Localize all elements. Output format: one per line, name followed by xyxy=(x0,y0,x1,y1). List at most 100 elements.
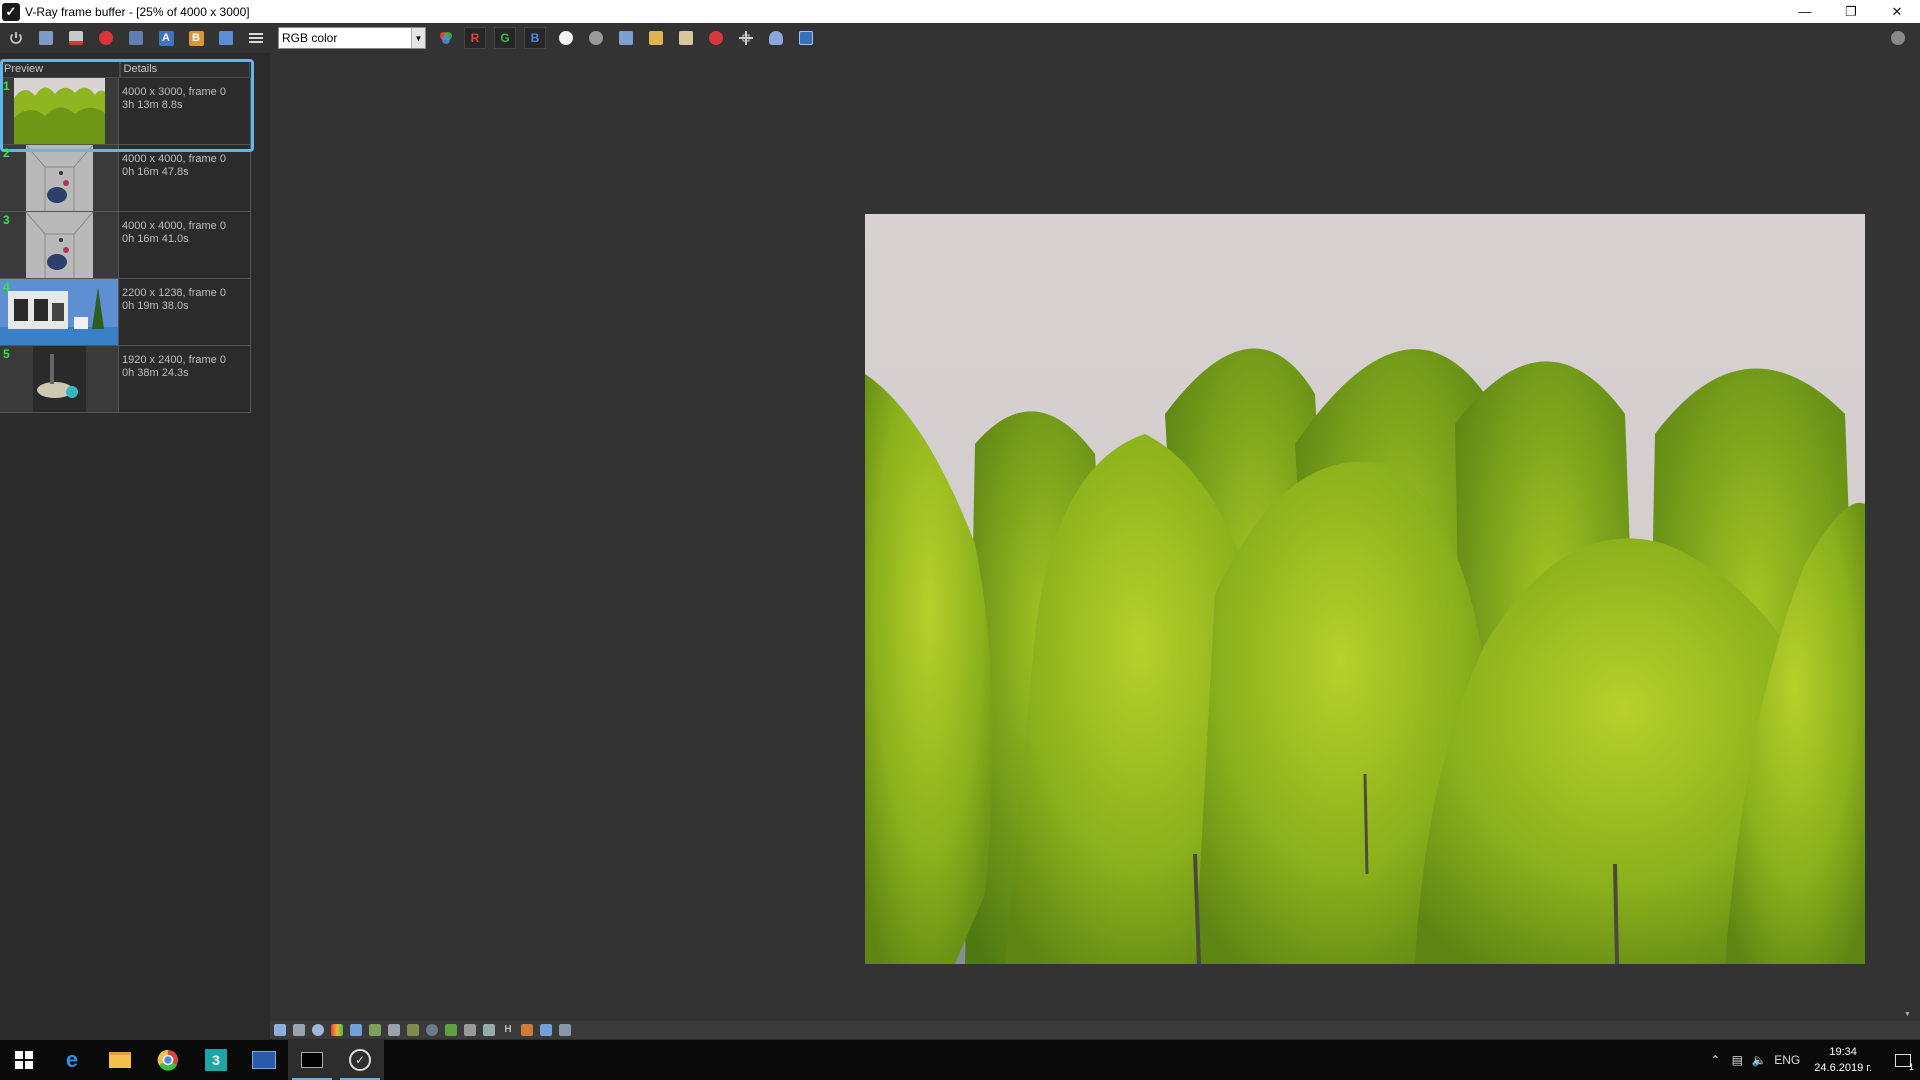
history-item-time: 0h 19m 38.0s xyxy=(122,300,189,312)
channel-select-value: RGB color xyxy=(282,31,338,45)
vray-vfb-icon[interactable] xyxy=(240,1040,288,1080)
histogram-icon[interactable] xyxy=(388,1024,400,1036)
history-item-number: 5 xyxy=(3,347,10,361)
restore-button[interactable]: ❐ xyxy=(1828,0,1874,23)
history-item-size: 2200 x 1238, frame 0 xyxy=(122,287,226,299)
h-icon[interactable]: H xyxy=(502,1024,514,1036)
history-icon[interactable] xyxy=(124,26,148,50)
file-explorer-icon[interactable] xyxy=(96,1040,144,1080)
history-item-time: 0h 16m 47.8s xyxy=(122,166,189,178)
history-item-number: 2 xyxy=(3,146,10,160)
history-thumbnail xyxy=(0,346,119,412)
text-b-icon[interactable]: B xyxy=(184,26,208,50)
scroll-corner-icon: ▼ xyxy=(1904,1011,1911,1018)
history-item-time: 0h 16m 41.0s xyxy=(122,233,189,245)
windows-start-icon[interactable] xyxy=(0,1040,48,1080)
window-title: V-Ray frame buffer - [25% of 4000 x 3000… xyxy=(25,4,250,19)
details-column-header: Details xyxy=(119,59,250,78)
render-icon[interactable] xyxy=(764,26,788,50)
history-item[interactable]: 4 2200 x 1238, frame 0 0h 19m 38.0s xyxy=(0,279,251,346)
close-button[interactable]: ✕ xyxy=(1874,0,1920,23)
chevron-down-icon[interactable]: ▼ xyxy=(411,28,425,48)
resize-icon[interactable] xyxy=(521,1024,533,1036)
region-icon[interactable] xyxy=(734,26,758,50)
channels-icon[interactable] xyxy=(293,1024,305,1036)
history-item[interactable]: 3 4000 x 4000, frame 0 0h 16m 41.0s xyxy=(0,212,251,279)
history-item-time: 3h 13m 8.8s xyxy=(122,99,183,111)
history-header: Preview Details xyxy=(0,59,250,78)
minimize-button[interactable]: — xyxy=(1782,0,1828,23)
windows-taskbar: e 3 ✓ ⌃ ▤ 🔈 ENG 19:34 24.6.2019 г. 1 xyxy=(0,1040,1920,1080)
chrome-icon[interactable] xyxy=(144,1040,192,1080)
history-item-size: 4000 x 4000, frame 0 xyxy=(122,220,226,232)
history-item-size: 1920 x 2400, frame 0 xyxy=(122,354,226,366)
network-icon[interactable]: ▤ xyxy=(1726,1040,1748,1080)
3dsmax-icon[interactable]: 3 xyxy=(192,1040,240,1080)
lut-icon[interactable] xyxy=(350,1024,362,1036)
history-item[interactable]: 1 4000 x 3000, frame 0 3h 13m 8.8s xyxy=(0,78,251,145)
history-item-size: 4000 x 4000, frame 0 xyxy=(122,153,226,165)
stamp-icon[interactable] xyxy=(559,1024,571,1036)
vray-icon[interactable]: ✓ xyxy=(336,1040,384,1080)
text-a-icon[interactable]: A xyxy=(154,26,178,50)
history-thumbnail xyxy=(0,145,119,211)
color-correct-icon[interactable] xyxy=(434,26,458,50)
preview-column-header: Preview xyxy=(0,59,120,78)
clock-time: 19:34 xyxy=(1829,1046,1857,1058)
history-item[interactable]: 2 4000 x 4000, frame 0 0h 16m 47.8s xyxy=(0,145,251,212)
vray-logo-icon: ✓ xyxy=(2,2,20,21)
curves-icon[interactable] xyxy=(407,1024,419,1036)
color-icon[interactable] xyxy=(331,1024,343,1036)
sharpen-icon[interactable] xyxy=(464,1024,476,1036)
window-controls: — ❐ ✕ xyxy=(1782,0,1920,23)
terminal-icon[interactable] xyxy=(288,1040,336,1080)
language-indicator[interactable]: ENG xyxy=(1770,1040,1804,1080)
channel-select[interactable]: RGB color ▼ xyxy=(278,27,426,49)
green-channel-button[interactable]: G xyxy=(494,27,516,49)
lens-icon[interactable] xyxy=(483,1024,495,1036)
info-icon[interactable] xyxy=(312,1024,324,1036)
load-icon[interactable] xyxy=(614,26,638,50)
stop-icon[interactable] xyxy=(704,26,728,50)
settings-icon[interactable] xyxy=(1886,26,1910,50)
clock[interactable]: 19:34 24.6.2019 г. xyxy=(1804,1044,1886,1076)
history-item-details: 4000 x 4000, frame 0 0h 16m 41.0s xyxy=(122,220,226,246)
system-tray: ⌃ ▤ 🔈 ENG 19:34 24.6.2019 г. 1 xyxy=(1704,1040,1920,1080)
rendered-image[interactable] xyxy=(865,214,1865,964)
volume-icon[interactable]: 🔈 xyxy=(1748,1040,1770,1080)
blue-channel-button[interactable]: B xyxy=(524,27,546,49)
white-balance-icon[interactable] xyxy=(445,1024,457,1036)
open-folder-icon[interactable] xyxy=(644,26,668,50)
chevron-up-icon[interactable]: ⌃ xyxy=(1704,1040,1726,1080)
history-item-time: 0h 38m 24.3s xyxy=(122,367,189,379)
white-circle-icon[interactable] xyxy=(554,26,578,50)
red-channel-button[interactable]: R xyxy=(464,27,486,49)
edge-icon[interactable]: e xyxy=(48,1040,96,1080)
history-item[interactable]: 5 1920 x 2400, frame 0 0h 38m 24.3s xyxy=(0,346,251,413)
history-item-number: 4 xyxy=(3,280,10,294)
display-icon[interactable] xyxy=(369,1024,381,1036)
compare-bottom-icon[interactable] xyxy=(540,1024,552,1036)
save-icon[interactable] xyxy=(34,26,58,50)
history-item-details: 1920 x 2400, frame 0 0h 38m 24.3s xyxy=(122,354,226,380)
vfb-toolbar: A B RGB color ▼ R G B xyxy=(0,23,1920,53)
layers-icon[interactable] xyxy=(274,1024,286,1036)
save-all-icon[interactable] xyxy=(64,26,88,50)
notification-icon[interactable]: 1 xyxy=(1886,1040,1920,1080)
copy-icon[interactable] xyxy=(674,26,698,50)
history-item-size: 4000 x 3000, frame 0 xyxy=(122,86,226,98)
notification-count: 1 xyxy=(1908,1062,1914,1072)
render-viewport[interactable]: ▼ xyxy=(270,53,1920,1021)
compare-icon[interactable] xyxy=(214,26,238,50)
exposure-icon[interactable] xyxy=(426,1024,438,1036)
history-thumbnail xyxy=(0,212,119,278)
menu-icon[interactable] xyxy=(244,26,268,50)
interactive-icon[interactable] xyxy=(794,26,818,50)
history-item-details: 4000 x 4000, frame 0 0h 16m 47.8s xyxy=(122,153,226,179)
clock-date: 24.6.2019 г. xyxy=(1814,1062,1872,1074)
vfb-bottom-toolbar: H xyxy=(270,1021,1920,1039)
power-icon[interactable] xyxy=(4,26,28,50)
gray-circle-icon[interactable] xyxy=(584,26,608,50)
history-item-number: 3 xyxy=(3,213,10,227)
clear-icon[interactable] xyxy=(94,26,118,50)
